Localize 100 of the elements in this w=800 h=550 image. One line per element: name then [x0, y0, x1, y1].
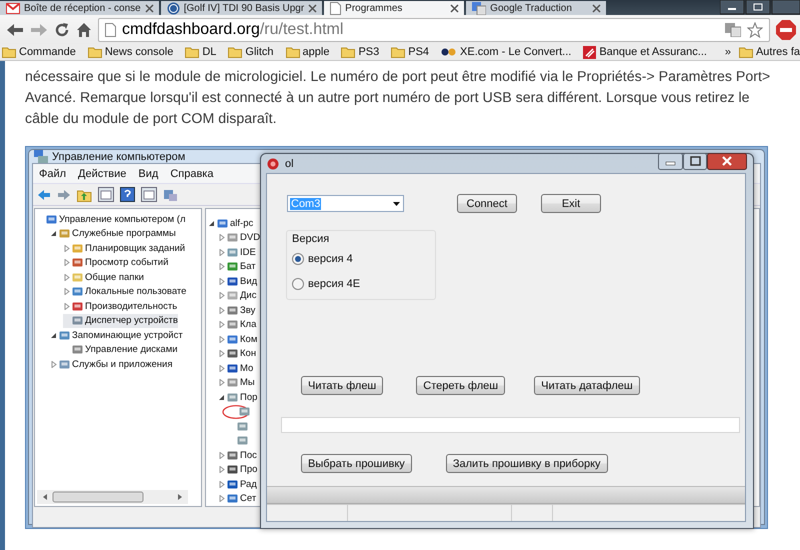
- bookmark[interactable]: Commande: [2, 46, 76, 58]
- expand-arrow-icon[interactable]: [218, 292, 225, 300]
- star-icon[interactable]: [747, 22, 763, 38]
- bookmark[interactable]: News console: [88, 46, 174, 58]
- expand-arrow-icon[interactable]: [218, 336, 225, 343]
- bookmark[interactable]: Glitch: [228, 46, 274, 58]
- tree-item[interactable]: Про: [218, 462, 258, 477]
- tree-item[interactable]: Рад: [218, 477, 257, 492]
- expand-arrow-icon[interactable]: [218, 306, 225, 314]
- bookmark[interactable]: Autres fa: [738, 46, 800, 58]
- close-icon[interactable]: [144, 4, 154, 12]
- menu-item[interactable]: Справка: [170, 168, 214, 180]
- tree-item[interactable]: Диспетчер устройств: [63, 314, 178, 328]
- collapse-arrow-icon[interactable]: [218, 394, 225, 401]
- collapse-arrow-icon[interactable]: [50, 230, 57, 238]
- radio-button[interactable]: [292, 253, 304, 265]
- close-icon[interactable]: [308, 4, 318, 12]
- tree-item[interactable]: IDE: [218, 245, 256, 260]
- tree-item[interactable]: Бат: [218, 260, 256, 274]
- radio-label[interactable]: версия 4E: [308, 278, 360, 290]
- tree-item[interactable]: alf-pc: [208, 216, 254, 230]
- expand-arrow-icon[interactable]: [63, 302, 70, 310]
- expand-arrow-icon[interactable]: [218, 466, 225, 474]
- tree-item[interactable]: Ком: [218, 332, 258, 346]
- tree-item[interactable]: Кла: [218, 318, 256, 332]
- tree-item[interactable]: Пос: [218, 448, 257, 462]
- close-icon[interactable]: [707, 153, 747, 170]
- tree-item[interactable]: Общие папки: [63, 270, 144, 284]
- expand-arrow-icon[interactable]: [218, 263, 225, 270]
- expand-arrow-icon[interactable]: [63, 288, 70, 296]
- tree-item[interactable]: Управление компьютером (л: [37, 212, 186, 226]
- expand-arrow-icon[interactable]: [63, 244, 70, 252]
- input-field[interactable]: [281, 417, 740, 433]
- tree-item[interactable]: Управление дисками: [63, 342, 178, 357]
- button[interactable]: Exit: [541, 194, 601, 213]
- browser-tab[interactable]: Google Traduction: [466, 1, 606, 15]
- collapse-arrow-icon[interactable]: [208, 220, 215, 227]
- more-bookmarks-button[interactable]: »: [724, 46, 731, 58]
- button[interactable]: Стереть флеш: [416, 376, 506, 395]
- adblock-icon[interactable]: [776, 20, 796, 40]
- tree-item[interactable]: Мо: [218, 361, 254, 376]
- tree-item[interactable]: Вид: [218, 274, 258, 288]
- forward-icon[interactable]: [57, 188, 71, 200]
- console-tree-icon[interactable]: [98, 187, 114, 202]
- bookmark[interactable]: apple: [286, 46, 330, 58]
- expand-arrow-icon[interactable]: [218, 278, 225, 285]
- properties-icon[interactable]: [163, 188, 178, 202]
- tree-item[interactable]: Пор: [218, 390, 258, 404]
- expand-arrow-icon[interactable]: [63, 259, 70, 266]
- button[interactable]: Читать датафлеш: [534, 376, 640, 395]
- close-icon[interactable]: [450, 4, 460, 12]
- button[interactable]: Выбрать прошивку: [301, 454, 412, 473]
- menu-item[interactable]: Вид: [138, 168, 158, 180]
- close-icon[interactable]: [592, 4, 602, 12]
- expand-arrow-icon[interactable]: [63, 274, 70, 281]
- bookmark[interactable]: PS4: [391, 46, 430, 58]
- expand-arrow-icon[interactable]: [218, 350, 225, 358]
- bookmark[interactable]: XE.com - Le Convert...: [441, 46, 572, 58]
- radio-button[interactable]: [292, 278, 304, 290]
- horizontal-scrollbar[interactable]: [37, 490, 188, 504]
- minimize-icon[interactable]: [658, 153, 683, 170]
- expand-arrow-icon[interactable]: [50, 360, 57, 368]
- expand-arrow-icon[interactable]: [218, 248, 225, 256]
- browser-tab[interactable]: Boîte de réception - conse: [0, 1, 159, 15]
- forward-icon[interactable]: [30, 22, 48, 38]
- expand-arrow-icon[interactable]: [218, 234, 225, 242]
- reload-icon[interactable]: [54, 22, 70, 38]
- tree-item[interactable]: Планировщик заданий: [63, 241, 186, 256]
- action-pane-icon[interactable]: [141, 187, 157, 202]
- browser-tab[interactable]: [Golf IV] TDI 90 Basis Upgr: [160, 1, 322, 15]
- tree-item[interactable]: Служебные программы: [50, 226, 176, 241]
- back-icon[interactable]: [6, 22, 24, 38]
- tree-item[interactable]: Запоминающие устройст: [50, 328, 183, 342]
- tree-item[interactable]: Кон: [218, 346, 256, 361]
- tree-item[interactable]: Локальные пользовате: [63, 284, 186, 299]
- tree-item[interactable]: DVD: [218, 230, 260, 245]
- button[interactable]: Читать флеш: [301, 376, 384, 395]
- button[interactable]: Connect: [457, 194, 517, 213]
- tree-item[interactable]: Дис: [218, 288, 256, 303]
- home-icon[interactable]: [76, 22, 92, 38]
- menu-item[interactable]: Файл: [39, 168, 66, 180]
- maximize-icon[interactable]: [683, 153, 707, 170]
- expand-arrow-icon[interactable]: [218, 452, 225, 459]
- back-icon[interactable]: [37, 188, 51, 200]
- up-folder-icon[interactable]: [77, 188, 92, 202]
- expand-arrow-icon[interactable]: [218, 379, 225, 386]
- address-field[interactable]: cmdfdashboard.org/ru/test.html: [98, 18, 770, 42]
- translate-icon[interactable]: [725, 22, 741, 36]
- bookmark[interactable]: DL: [185, 46, 216, 58]
- expand-arrow-icon[interactable]: [218, 321, 225, 328]
- tree-item[interactable]: Сет: [218, 492, 256, 506]
- tree-item[interactable]: Мы: [218, 376, 255, 390]
- collapse-arrow-icon[interactable]: [50, 332, 57, 339]
- expand-arrow-icon[interactable]: [218, 364, 225, 372]
- tree-item[interactable]: Службы и приложения: [50, 357, 172, 372]
- bookmark[interactable]: Banque et Assuranc...: [583, 46, 707, 58]
- menu-item[interactable]: Действие: [78, 168, 126, 180]
- browser-tab[interactable]: Programmes: [324, 1, 464, 15]
- radio-label[interactable]: версия 4: [308, 253, 353, 265]
- bookmark[interactable]: PS3: [341, 46, 380, 58]
